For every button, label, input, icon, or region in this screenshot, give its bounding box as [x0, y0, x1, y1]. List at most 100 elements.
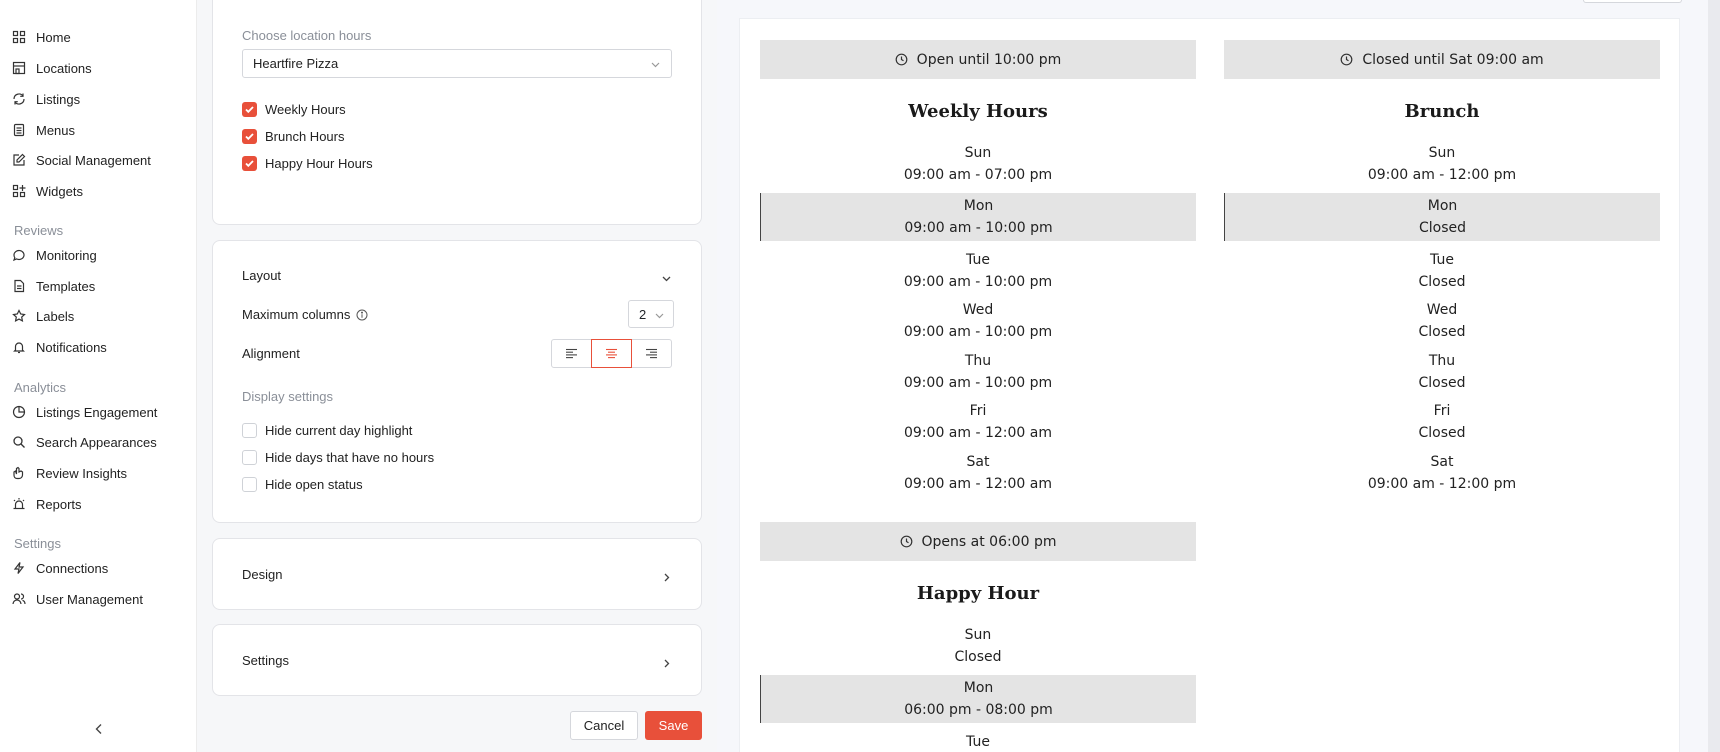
- status-bar: Open until 10:00 pm: [760, 40, 1196, 79]
- sidebar-item-labels[interactable]: Labels: [12, 304, 74, 328]
- star-icon: [12, 309, 26, 323]
- weekly-hours-checkbox[interactable]: Weekly Hours: [242, 102, 346, 117]
- checkbox-label: Hide open status: [265, 477, 363, 492]
- sidebar-item-label: Listings Engagement: [36, 404, 158, 420]
- collapse-sidebar-icon[interactable]: [92, 722, 106, 736]
- day-name: Mon: [963, 680, 994, 696]
- checkbox-label: Weekly Hours: [265, 102, 346, 117]
- checkbox-unchecked-icon: [242, 423, 257, 438]
- align-left-icon: [565, 348, 578, 359]
- settings-card[interactable]: Settings: [212, 624, 702, 696]
- sidebar-item-widgets[interactable]: Widgets: [12, 179, 83, 203]
- alarm-icon: [12, 497, 26, 511]
- pie-chart-icon: [12, 405, 26, 419]
- sidebar-item-label: Menus: [36, 122, 76, 138]
- chevron-down-icon: [654, 309, 665, 320]
- sidebar: Home Locations Listings Menus Social Man…: [0, 0, 197, 752]
- day-row: Sun Closed: [760, 625, 1196, 673]
- day-name: Thu: [964, 353, 992, 369]
- layout-card: Layout Maximum columns 2 Alignment Displ…: [212, 240, 702, 523]
- sidebar-item-label: Social Management: [36, 152, 151, 168]
- sidebar-item-listings-engagement[interactable]: Listings Engagement: [12, 400, 157, 424]
- design-section-title: Design: [242, 567, 283, 582]
- sidebar-item-user-management[interactable]: User Management: [12, 587, 143, 611]
- sidebar-item-connections[interactable]: Connections: [12, 556, 108, 580]
- day-name: Fri: [1433, 403, 1451, 419]
- edit-icon: [12, 153, 26, 167]
- sidebar-item-review-insights[interactable]: Review Insights: [12, 461, 127, 485]
- day-name: Sun: [1428, 145, 1456, 161]
- clock-icon: [895, 53, 908, 66]
- sidebar-item-social-management[interactable]: Social Management: [12, 148, 151, 172]
- sidebar-item-templates[interactable]: Templates: [12, 274, 95, 298]
- day-hours: Closed: [1418, 375, 1466, 391]
- sidebar-item-menus[interactable]: Menus: [12, 118, 75, 142]
- right-scroll-edge: [1708, 0, 1720, 752]
- align-right-button[interactable]: [631, 339, 672, 368]
- day-hours: 09:00 am - 12:00 am: [904, 476, 1052, 492]
- menu-doc-icon: [12, 123, 26, 137]
- section-title-analytics: Analytics: [14, 380, 67, 395]
- sidebar-item-home[interactable]: Home: [12, 25, 71, 49]
- day-row: Tue: [760, 732, 1196, 752]
- settings-section-title: Settings: [242, 653, 289, 668]
- sidebar-item-label: Labels: [36, 308, 75, 324]
- day-hours: 09:00 am - 07:00 pm: [903, 167, 1053, 183]
- checkbox-label: Hide current day highlight: [265, 423, 413, 438]
- day-name: Tue: [966, 252, 990, 268]
- sidebar-item-label: Search Appearances: [36, 434, 157, 450]
- hand-icon: [12, 466, 26, 480]
- day-row-highlighted: Mon 06:00 pm - 08:00 pm: [760, 675, 1196, 723]
- day-hours: Closed: [954, 649, 1002, 665]
- status-text: Closed until Sat 09:00 am: [1362, 51, 1544, 68]
- checkbox-label: Brunch Hours: [265, 129, 345, 144]
- info-icon[interactable]: [356, 309, 368, 321]
- day-name: Tue: [1430, 252, 1454, 268]
- sidebar-item-monitoring[interactable]: Monitoring: [12, 243, 97, 267]
- location-select[interactable]: Heartfire Pizza: [242, 49, 672, 78]
- grid-icon: [12, 30, 26, 44]
- day-name: Wed: [962, 302, 994, 318]
- align-right-icon: [645, 348, 658, 359]
- sidebar-item-listings[interactable]: Listings: [12, 87, 80, 111]
- sidebar-item-label: Connections: [36, 560, 109, 576]
- chevron-down-icon[interactable]: [661, 271, 672, 282]
- location-select-value: Heartfire Pizza: [253, 56, 339, 71]
- day-name: Tue: [966, 734, 990, 750]
- status-bar: Opens at 06:00 pm: [760, 522, 1196, 561]
- hide-days-no-hours-checkbox[interactable]: Hide days that have no hours: [242, 450, 434, 465]
- happy-hour-hours-checkbox[interactable]: Happy Hour Hours: [242, 156, 373, 171]
- day-hours: Closed: [1418, 274, 1466, 290]
- checkbox-unchecked-icon: [242, 477, 257, 492]
- users-icon: [12, 592, 26, 606]
- sidebar-item-notifications[interactable]: Notifications: [12, 335, 107, 359]
- document-icon: [12, 279, 26, 293]
- sidebar-item-search-appearances[interactable]: Search Appearances: [12, 430, 157, 454]
- align-center-button[interactable]: [591, 339, 632, 368]
- design-card[interactable]: Design: [212, 538, 702, 610]
- save-button[interactable]: Save: [645, 711, 702, 740]
- sidebar-item-label: Templates: [36, 278, 96, 294]
- align-left-button[interactable]: [551, 339, 592, 368]
- chevron-down-icon: [650, 58, 661, 69]
- clock-icon: [900, 535, 913, 548]
- day-hours: 09:00 am - 12:00 pm: [1367, 167, 1517, 183]
- hide-current-day-highlight-checkbox[interactable]: Hide current day highlight: [242, 423, 412, 438]
- sidebar-item-reports[interactable]: Reports: [12, 492, 82, 516]
- section-title-settings: Settings: [14, 536, 61, 551]
- sidebar-item-locations[interactable]: Locations: [12, 56, 92, 80]
- chevron-right-icon: [661, 656, 672, 668]
- hide-open-status-checkbox[interactable]: Hide open status: [242, 477, 363, 492]
- day-name: Sat: [1430, 454, 1454, 470]
- max-columns-select[interactable]: 2: [628, 300, 674, 328]
- max-columns-text: Maximum columns: [242, 307, 351, 322]
- sidebar-item-label: Listings: [36, 91, 81, 107]
- day-hours: Closed: [1418, 220, 1467, 236]
- day-name: Thu: [1428, 353, 1456, 369]
- brunch-hours-checkbox[interactable]: Brunch Hours: [242, 129, 344, 144]
- max-columns-label: Maximum columns: [242, 307, 368, 322]
- chevron-right-icon: [661, 570, 672, 582]
- cancel-button[interactable]: Cancel: [570, 711, 638, 740]
- day-name: Sat: [966, 454, 990, 470]
- clock-icon: [1340, 53, 1353, 66]
